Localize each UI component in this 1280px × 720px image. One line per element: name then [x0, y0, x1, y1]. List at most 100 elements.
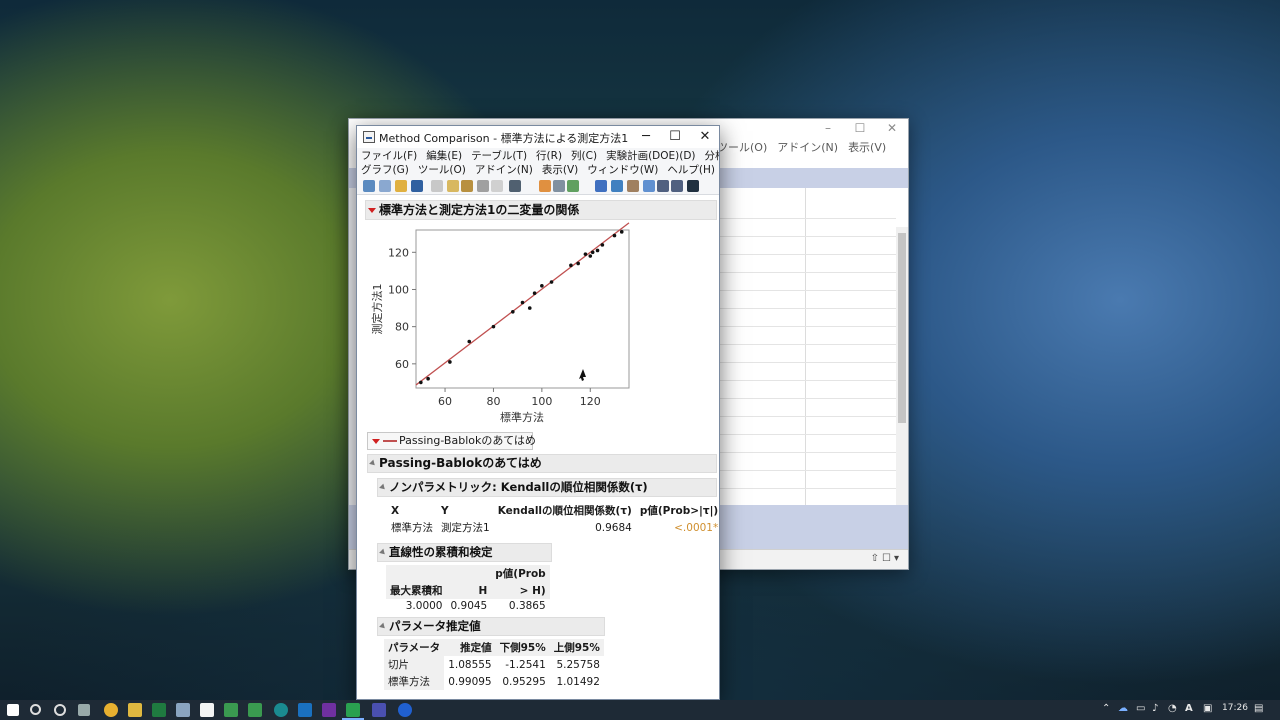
edge-icon[interactable] — [274, 703, 288, 717]
data-point[interactable] — [511, 309, 515, 314]
report-icon[interactable] — [553, 180, 565, 192]
maximize-button[interactable]: ☐ — [660, 126, 690, 148]
close-button[interactable]: ✕ — [690, 126, 719, 148]
menu-analyze[interactable]: 分析(A) — [705, 149, 719, 163]
bg-minimize-button[interactable]: – — [812, 119, 844, 139]
data-point[interactable] — [448, 360, 452, 364]
cut-icon[interactable] — [431, 180, 443, 192]
save-icon[interactable] — [411, 180, 423, 192]
network-icon[interactable]: ◔ — [1168, 703, 1177, 714]
search-icon[interactable] — [509, 180, 521, 192]
kendall-outline-header[interactable]: ノンパラメトリック: Kendallの順位相関係数(τ) — [377, 478, 717, 497]
ime-icon[interactable]: A — [1185, 703, 1193, 714]
open-file-icon[interactable] — [395, 180, 407, 192]
new-script-icon[interactable] — [379, 180, 391, 192]
data-point[interactable] — [588, 254, 593, 258]
journal-icon[interactable] — [477, 180, 489, 192]
data-point[interactable] — [549, 280, 554, 284]
arrow-tool-icon[interactable] — [595, 180, 607, 192]
teams-icon[interactable] — [372, 703, 386, 717]
data-point[interactable] — [569, 263, 573, 268]
data-point[interactable] — [540, 283, 544, 288]
excel-icon[interactable] — [152, 703, 166, 717]
data-point[interactable] — [520, 300, 525, 305]
params-disclosure-icon[interactable] — [379, 622, 387, 631]
minimize-button[interactable]: ─ — [631, 126, 661, 148]
menu-cols[interactable]: 列(C) — [571, 149, 597, 163]
data-point[interactable] — [595, 248, 600, 253]
bg-maximize-button[interactable]: ☐ — [844, 119, 876, 139]
onedrive-icon[interactable]: ☁ — [1118, 703, 1128, 714]
file-explorer-icon[interactable] — [128, 703, 142, 717]
menu-window[interactable]: ウィンドウ(W) — [587, 163, 658, 177]
outlook-icon[interactable] — [298, 703, 312, 717]
menu-graph[interactable]: グラフ(G) — [361, 163, 409, 177]
clock[interactable]: 17:26 — [1222, 703, 1248, 713]
menu-file[interactable]: ファイル(F) — [361, 149, 417, 163]
jmp-pro-icon[interactable] — [248, 703, 262, 717]
task-view-icon[interactable] — [78, 704, 90, 716]
volume-icon[interactable]: ♪ — [1152, 703, 1158, 714]
app-icon[interactable] — [398, 703, 412, 717]
data-point[interactable] — [532, 291, 537, 295]
data-table-icon[interactable] — [539, 180, 551, 192]
bivariate-scatter-plot[interactable]: 60 80 100 120 60 80 100 120 標準方法 測定方法1 — [357, 197, 720, 432]
paste-icon[interactable] — [461, 180, 473, 192]
menu-tools[interactable]: ツール(O) — [418, 163, 466, 177]
data-point[interactable] — [619, 230, 624, 234]
plus-tool-icon[interactable] — [687, 180, 699, 192]
jmp-icon[interactable] — [224, 703, 238, 717]
cusum-disclosure-icon[interactable] — [379, 548, 387, 557]
data-point[interactable] — [426, 376, 430, 381]
data-point[interactable] — [491, 324, 496, 329]
disclosure-icon[interactable] — [369, 459, 377, 468]
jmp-active-icon[interactable] — [346, 703, 360, 717]
data-point[interactable] — [612, 233, 617, 238]
start-windows-icon[interactable] — [7, 704, 19, 716]
bg-close-button[interactable]: ✕ — [876, 119, 908, 139]
notification-icon[interactable]: ▤ — [1254, 703, 1263, 714]
data-point[interactable] — [576, 261, 580, 266]
data-point[interactable] — [527, 306, 532, 310]
kendall-disclosure-icon[interactable] — [379, 483, 387, 492]
legend-passing-bablok[interactable]: Passing-Bablokのあてはめ — [367, 432, 536, 450]
crosshair-tool-icon[interactable] — [611, 180, 623, 192]
bg-menu-view[interactable]: 表示(V) — [848, 139, 886, 155]
new-data-table-icon[interactable] — [363, 180, 375, 192]
params-outline-header[interactable]: パラメータ推定値 — [377, 617, 605, 636]
hand-tool-icon[interactable] — [627, 180, 639, 192]
menu-rows[interactable]: 行(R) — [536, 149, 562, 163]
method-comparison-window[interactable]: Method Comparison - 標準方法による測定方法1の二変… ─ ☐… — [356, 125, 720, 700]
chrome-icon[interactable] — [104, 703, 118, 717]
data-point[interactable] — [419, 380, 423, 385]
notepad-icon[interactable] — [176, 703, 190, 717]
titlebar[interactable]: Method Comparison - 標準方法による測定方法1の二変… ─ ☐… — [357, 126, 719, 148]
data-point[interactable] — [590, 250, 595, 255]
tray-chevron-icon[interactable]: ⌃ — [1102, 703, 1110, 714]
cusum-outline-header[interactable]: 直線性の累積和検定 — [377, 543, 552, 562]
copy-icon[interactable] — [447, 180, 459, 192]
data-point[interactable] — [467, 339, 472, 344]
bg-status-icons[interactable]: ⇧☐▾ — [871, 553, 902, 564]
cortana-icon[interactable] — [54, 704, 66, 716]
brush-tool-icon[interactable] — [643, 180, 655, 192]
plot-frame[interactable] — [415, 229, 630, 389]
menu-edit[interactable]: 編集(E) — [426, 149, 462, 163]
menu-table[interactable]: テーブル(T) — [471, 149, 527, 163]
menu-addin[interactable]: アドイン(N) — [475, 163, 533, 177]
bg-data-grid[interactable] — [719, 188, 896, 505]
bg-menu-addin[interactable]: アドイン(N) — [777, 139, 838, 155]
layout-icon[interactable] — [491, 180, 503, 192]
zoom-tool-icon[interactable] — [671, 180, 683, 192]
home-icon[interactable] — [567, 180, 579, 192]
legend-red-triangle-icon[interactable] — [372, 438, 380, 444]
search-icon[interactable] — [30, 704, 41, 715]
bg-vertical-scrollbar[interactable] — [896, 227, 908, 507]
keyboard-icon[interactable]: ▣ — [1203, 703, 1212, 714]
bg-menu-tools[interactable]: ツール(O) — [717, 139, 767, 155]
data-point[interactable] — [600, 243, 605, 247]
battery-icon[interactable]: ▭ — [1136, 703, 1145, 714]
pb-outline-header[interactable]: Passing-Bablokのあてはめ — [367, 454, 717, 473]
menu-help[interactable]: ヘルプ(H) — [667, 163, 715, 177]
menu-view[interactable]: 表示(V) — [542, 163, 578, 177]
